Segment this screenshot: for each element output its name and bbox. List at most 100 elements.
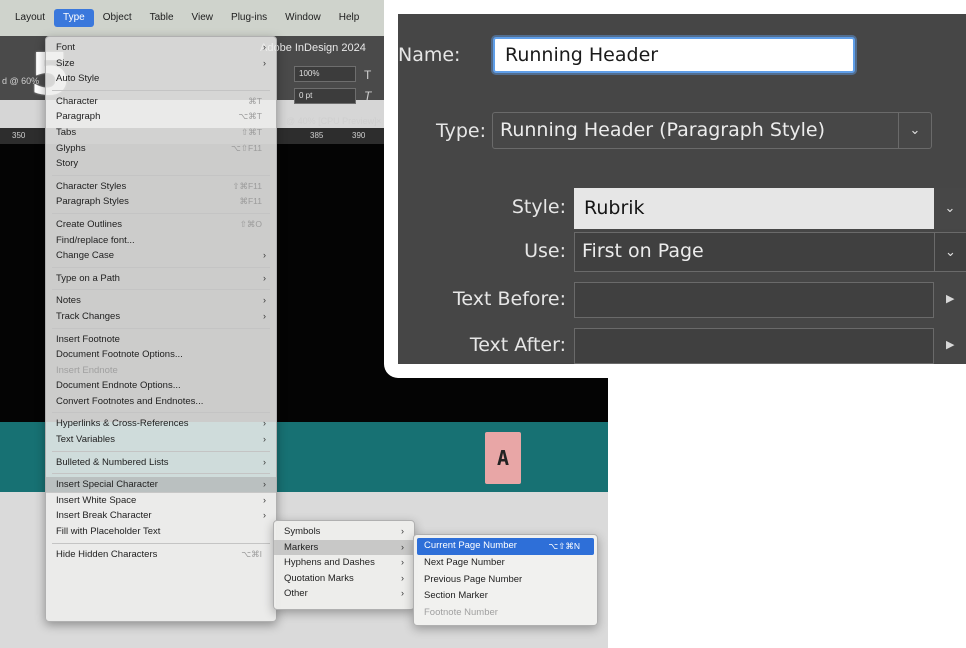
use-select-value: First on Page — [582, 240, 704, 262]
menu-window[interactable]: Window — [276, 9, 330, 27]
menu-item-insert-break-character[interactable]: Insert Break Character › — [46, 508, 276, 524]
menu-separator — [52, 174, 270, 176]
style-select[interactable]: Rubrik — [574, 188, 966, 229]
menu-item-label: Change Case — [56, 250, 115, 262]
menu-item-font[interactable]: Font › — [46, 40, 276, 56]
menu-item-notes[interactable]: Notes › — [46, 293, 276, 309]
menu-item-size[interactable]: Size › — [46, 56, 276, 72]
menu-plug-ins[interactable]: Plug-ins — [222, 9, 276, 27]
menu-item-label: Paragraph — [56, 111, 101, 123]
menu-item-hyperlinks-cross-references[interactable]: Hyperlinks & Cross-References › — [46, 416, 276, 432]
menu-item-label: Story — [56, 158, 79, 170]
menu-item-insert-special-character[interactable]: Insert Special Character › — [46, 477, 276, 493]
menu-help[interactable]: Help — [330, 9, 369, 27]
menu-item-label: Section Marker — [424, 590, 488, 602]
menu-item-character-styles[interactable]: Character Styles ⇧⌘F11 — [46, 179, 276, 195]
menu-item-bulleted-numbered-lists[interactable]: Bulleted & Numbered Lists › — [46, 455, 276, 471]
menu-item-paragraph-styles[interactable]: Paragraph Styles ⌘F11 — [46, 194, 276, 210]
menu-item-label: Text Variables — [56, 434, 115, 446]
tab-close-icon[interactable]: × — [376, 116, 381, 126]
text-after-input[interactable] — [574, 328, 934, 364]
menu-item-current-page-number[interactable]: Current Page Number ⌥⇧⌘N — [417, 538, 594, 555]
menu-item-convert-footnotes-and-endnotes[interactable]: Convert Footnotes and Endnotes... — [46, 394, 276, 410]
menu-item-insert-white-space[interactable]: Insert White Space › — [46, 493, 276, 509]
name-input[interactable]: Running Header — [493, 37, 855, 73]
menu-item-label: Document Footnote Options... — [56, 349, 183, 361]
menu-item-quotation-marks[interactable]: Quotation Marks › — [274, 571, 414, 587]
menu-type[interactable]: Type — [54, 9, 94, 27]
triangle-right-icon[interactable]: ▶ — [946, 338, 954, 351]
menu-table[interactable]: Table — [141, 9, 183, 27]
menu-item-label: Hyperlinks & Cross-References — [56, 418, 189, 430]
menu-item-tabs[interactable]: Tabs ⇧⌘T — [46, 125, 276, 141]
menu-item-label: Auto Style — [56, 73, 100, 85]
menu-item-label: Next Page Number — [424, 556, 505, 568]
menu-item-auto-style[interactable]: Auto Style — [46, 71, 276, 87]
document-tab[interactable]: @ 40% [CPU Preview] — [286, 116, 377, 126]
type-select[interactable]: Running Header (Paragraph Style) ⌄ — [492, 112, 932, 149]
chevron-down-icon[interactable]: ⌄ — [934, 232, 966, 272]
shortcut-label: ⇧⌘T — [241, 126, 262, 137]
menu-item-symbols[interactable]: Symbols › — [274, 524, 414, 540]
menu-item-other[interactable]: Other › — [274, 586, 414, 602]
menu-separator — [52, 212, 270, 214]
menu-item-label: Quotation Marks — [284, 572, 354, 584]
menu-item-label: Type on a Path — [56, 272, 120, 284]
menu-item-paragraph[interactable]: Paragraph ⌥⌘T — [46, 109, 276, 125]
menu-item-find-replace-font[interactable]: Find/replace font... — [46, 233, 276, 249]
menu-separator — [52, 266, 270, 268]
menu-item-character[interactable]: Character ⌘T — [46, 94, 276, 110]
running-header-dialog: Name: Running Header Type: Running Heade… — [384, 0, 966, 378]
menu-item-label: Previous Page Number — [424, 573, 523, 585]
chevron-right-icon: › — [401, 526, 404, 536]
menu-separator — [52, 89, 270, 91]
menu-item-type-on-a-path[interactable]: Type on a Path › — [46, 271, 276, 287]
chevron-right-icon: › — [263, 418, 266, 429]
menu-item-fill-with-placeholder-text[interactable]: Fill with Placeholder Text — [46, 524, 276, 540]
chevron-down-icon[interactable]: ⌄ — [898, 113, 931, 148]
font-size-field[interactable]: 100% — [294, 66, 356, 82]
menu-item-next-page-number[interactable]: Next Page Number — [414, 555, 597, 572]
menu-object[interactable]: Object — [94, 9, 141, 27]
shortcut-label: ⌥⌘I — [241, 548, 262, 559]
text-before-input[interactable] — [574, 282, 934, 318]
menu-item-label: Insert Endnote — [56, 364, 118, 376]
menu-item-hyphens-and-dashes[interactable]: Hyphens and Dashes › — [274, 555, 414, 571]
menu-item-text-variables[interactable]: Text Variables › — [46, 432, 276, 448]
menu-item-section-marker[interactable]: Section Marker — [414, 588, 597, 605]
menu-item-label: Insert White Space — [56, 494, 137, 506]
menu-view[interactable]: View — [183, 9, 223, 27]
chevron-right-icon: › — [263, 434, 266, 445]
menu-item-change-case[interactable]: Change Case › — [46, 248, 276, 264]
chevron-down-icon[interactable]: ⌄ — [934, 188, 966, 229]
menu-item-previous-page-number[interactable]: Previous Page Number — [414, 572, 597, 589]
style-label: Style: — [511, 196, 566, 218]
use-select[interactable]: First on Page — [574, 232, 966, 272]
menu-item-label: Character — [56, 95, 98, 107]
menu-item-label: Tabs — [56, 126, 77, 138]
italic-icon[interactable]: T — [364, 89, 371, 103]
menu-item-track-changes[interactable]: Track Changes › — [46, 309, 276, 325]
shortcut-label: ⌥⇧F11 — [231, 142, 262, 153]
menu-item-label: Hyphens and Dashes — [284, 557, 375, 569]
menu-item-glyphs[interactable]: Glyphs ⌥⇧F11 — [46, 141, 276, 157]
menu-item-footnote-number[interactable]: Footnote Number — [414, 605, 597, 622]
page-badge: A — [485, 432, 521, 484]
menu-item-markers[interactable]: Markers › — [274, 539, 414, 556]
menu-item-create-outlines[interactable]: Create Outlines ⇧⌘O — [46, 217, 276, 233]
menu-item-insert-footnote[interactable]: Insert Footnote — [46, 332, 276, 348]
shortcut-label: ⌘F11 — [239, 196, 262, 207]
chevron-right-icon: › — [401, 572, 404, 583]
text-tool-icon[interactable]: T — [364, 68, 371, 82]
triangle-right-icon[interactable]: ▶ — [946, 292, 954, 305]
menu-layout[interactable]: Layout — [6, 9, 54, 27]
name-label: Name: — [398, 44, 461, 66]
menu-item-insert-endnote[interactable]: Insert Endnote — [46, 363, 276, 379]
menu-item-label: Symbols — [284, 526, 321, 537]
menu-item-document-endnote-options[interactable]: Document Endnote Options... — [46, 378, 276, 394]
tracking-field[interactable]: 0 pt — [294, 88, 356, 104]
menu-item-story[interactable]: Story — [46, 156, 276, 172]
menu-item-document-footnote-options[interactable]: Document Footnote Options... — [46, 347, 276, 363]
menu-item-hide-hidden-characters[interactable]: Hide Hidden Characters ⌥⌘I — [46, 547, 276, 563]
menu-separator — [52, 289, 270, 291]
